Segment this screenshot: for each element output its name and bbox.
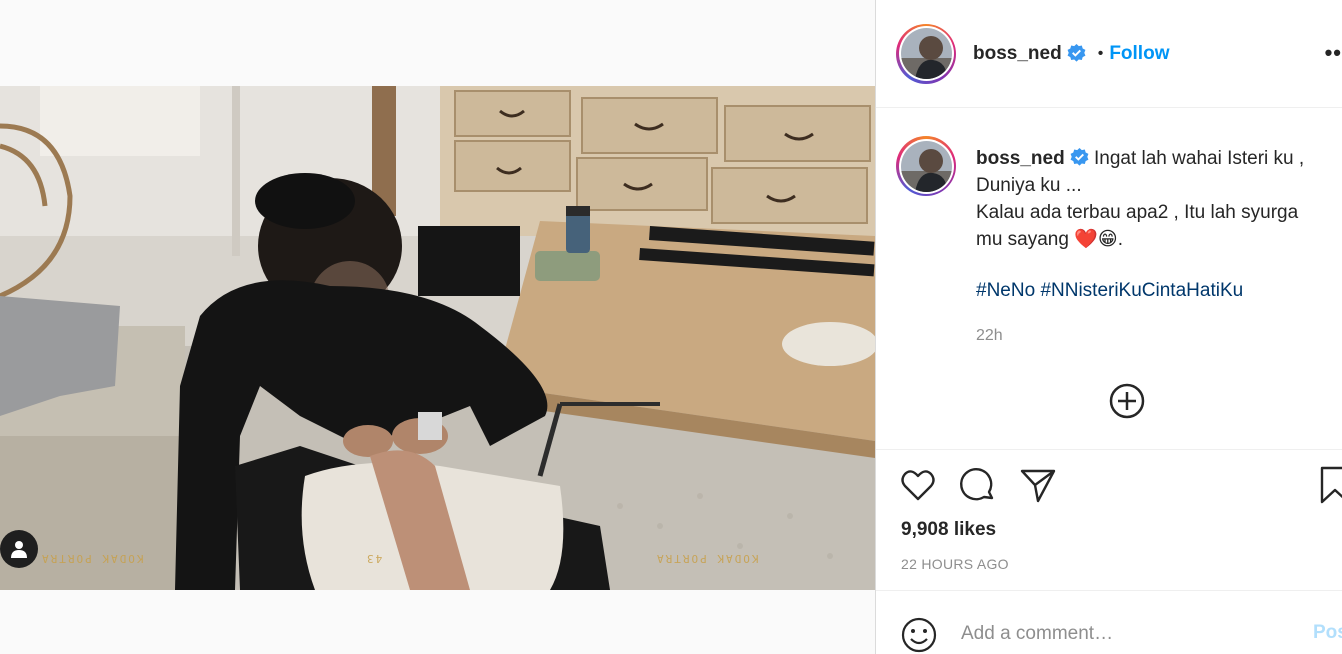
- caption-section: boss_ned Ingat lah wahai Isteri ku , Dun…: [876, 108, 1342, 450]
- like-count[interactable]: 9,908 likes: [901, 519, 996, 541]
- caption-avatar[interactable]: [896, 136, 956, 196]
- caption-username[interactable]: boss_ned: [976, 148, 1065, 169]
- share-icon[interactable]: [1019, 466, 1057, 504]
- bookmark-icon[interactable]: [1316, 466, 1342, 504]
- hashtag-link[interactable]: #NeNo: [976, 280, 1035, 301]
- verified-badge-icon: [1070, 148, 1089, 166]
- caption-line-4-end: .: [1117, 229, 1123, 250]
- avatar-image: [900, 28, 952, 79]
- post-username[interactable]: boss_ned: [973, 43, 1062, 65]
- follow-button[interactable]: Follow: [1109, 43, 1169, 65]
- comment-input[interactable]: [961, 619, 1291, 649]
- emoji-icon[interactable]: [900, 616, 938, 654]
- caption-timestamp: 22h: [976, 327, 1003, 344]
- media-pane: KODAK PORTRA KODAK PORTRA 43: [0, 0, 875, 654]
- post-photo[interactable]: KODAK PORTRA KODAK PORTRA 43: [0, 86, 875, 590]
- film-label-right: KODAK PORTRA: [655, 552, 759, 565]
- profile-avatar[interactable]: [896, 23, 956, 84]
- post-details-panel: boss_ned • Follow •• boss_ned Ingat lah …: [875, 0, 1342, 654]
- caption-line-3: Kalau ada terbau apa2 , Itu lah syurga: [976, 202, 1299, 223]
- verified-badge-icon: [1067, 44, 1086, 62]
- comment-divider: [876, 590, 1342, 591]
- heart-icon[interactable]: [899, 466, 937, 504]
- caption-text: boss_ned Ingat lah wahai Isteri ku , Dun…: [976, 145, 1336, 253]
- user-tag-button[interactable]: [0, 530, 38, 568]
- post-timestamp: 22 HOURS AGO: [901, 556, 1009, 572]
- add-circle-icon[interactable]: [1108, 382, 1146, 420]
- caption-hashtags: #NeNo #NNisteriKuCintaHatiKu: [976, 280, 1243, 302]
- caption-emojis: ❤️😁: [1074, 229, 1118, 250]
- more-options-icon[interactable]: ••: [1325, 40, 1342, 66]
- film-frame-number: 43: [365, 552, 383, 565]
- caption-line-4: mu sayang: [976, 229, 1069, 250]
- caption-line-2: Duniya ku ...: [976, 175, 1082, 196]
- post-header: boss_ned • Follow ••: [876, 0, 1342, 108]
- hashtag-link[interactable]: #NNisteriKuCintaHatiKu: [1040, 280, 1243, 301]
- avatar-image: [900, 140, 952, 192]
- film-label-left: KODAK PORTRA: [40, 552, 144, 565]
- comment-icon[interactable]: [959, 466, 997, 504]
- post-comment-button[interactable]: Post: [1313, 622, 1342, 644]
- caption-line-1: Ingat lah wahai Isteri ku ,: [1093, 148, 1305, 169]
- header-separator: •: [1097, 44, 1104, 62]
- user-tag-icon: [11, 541, 27, 558]
